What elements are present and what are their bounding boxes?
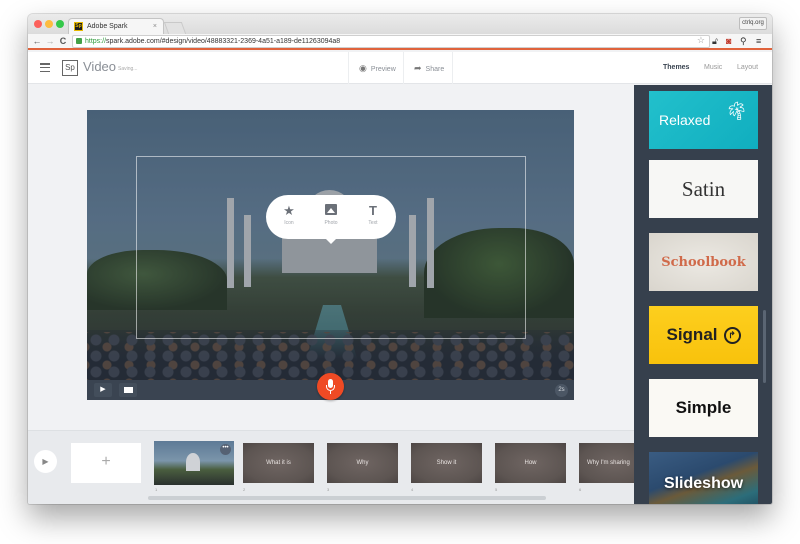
slide-thumbnail[interactable]: Show it (411, 443, 482, 483)
back-icon[interactable]: ← (31, 35, 43, 48)
add-text-button[interactable]: T Text (358, 203, 388, 226)
add-content-popover: ★ Icon Photo T Text (266, 195, 396, 244)
slide-number: 3 (327, 487, 330, 492)
playback-controls: ▶ 2s (87, 373, 574, 400)
save-status: Saving... (118, 66, 138, 72)
slide-number: 1 (155, 487, 158, 492)
app-header: Sp Video Saving... ◉ Preview ➦ Share Theme… (28, 52, 772, 84)
caption-toggle-button[interactable] (119, 383, 137, 397)
slide-number: 6 (579, 487, 582, 492)
palm-tree-icon: 🌴︎ (725, 101, 748, 121)
text-icon: T (369, 203, 377, 218)
theme-label: Signal (666, 325, 718, 344)
play-icon: ▶ (100, 386, 106, 393)
slide-number: 5 (495, 487, 498, 492)
record-voice-button[interactable] (317, 373, 344, 400)
share-label: Share (425, 66, 445, 73)
browser-window: Sp Adobe Spark × ctrlq.org ← → C https:/… (28, 14, 772, 504)
slide-timeline: ▶ + ••• 1 What it is 2 Why 3 Show it 4 H… (28, 430, 650, 504)
tab-music[interactable]: Music (704, 64, 722, 71)
new-tab-button[interactable] (163, 22, 187, 34)
plus-icon: + (101, 453, 111, 470)
reload-icon[interactable]: C (57, 35, 69, 48)
bookmark-star-icon[interactable]: ☆ (697, 35, 705, 46)
add-photo-label: Photo (324, 220, 338, 226)
caption-icon (123, 387, 133, 393)
extension-icon[interactable]: ⚲ (740, 35, 747, 48)
add-icon-button[interactable]: ★ Icon (274, 203, 304, 226)
slide-number: 4 (411, 487, 414, 492)
share-button[interactable]: ➦ Share (403, 52, 453, 84)
add-icon-label: Icon (284, 220, 294, 226)
profile-chip[interactable]: ctrlq.org (739, 17, 767, 30)
close-window-button[interactable] (34, 20, 42, 28)
play-video-button[interactable]: ▶ (34, 450, 57, 473)
theme-slideshow[interactable]: Slideshow (649, 452, 758, 504)
theme-label: Simple (675, 398, 732, 417)
editor-stage: ★ Icon Photo T Text ▶ 2s (28, 85, 634, 430)
slide-number: 2 (243, 487, 246, 492)
theme-label: Slideshow (663, 475, 744, 492)
theme-relaxed[interactable]: Relaxed 🌴︎ (649, 91, 758, 149)
theme-label: Satin (681, 176, 726, 201)
url-text: spark.adobe.com/#design/video/48883321-2… (106, 38, 341, 45)
address-bar[interactable]: https://spark.adobe.com/#design/video/48… (72, 35, 710, 48)
play-slide-button[interactable]: ▶ (94, 383, 112, 397)
play-icon: ▶ (42, 457, 49, 466)
slide-thumbnail[interactable]: ••• (154, 441, 234, 485)
theme-signal[interactable]: Signal ↱ (649, 306, 758, 364)
browser-tab[interactable]: Sp Adobe Spark × (68, 18, 164, 34)
slide-thumbnail[interactable]: Why (327, 443, 398, 483)
theme-simple[interactable]: Simple (649, 379, 758, 437)
minimize-window-button[interactable] (45, 20, 53, 28)
app-name: Video (83, 59, 117, 74)
url-scheme: https:// (85, 38, 107, 45)
lock-icon (76, 38, 82, 44)
content-placeholder-frame[interactable] (136, 156, 526, 339)
maximize-window-button[interactable] (56, 20, 64, 28)
slide-canvas[interactable]: ★ Icon Photo T Text (87, 110, 574, 380)
timeline-scrollbar[interactable] (148, 496, 546, 500)
theme-satin[interactable]: Satin (649, 160, 758, 218)
more-options-icon[interactable]: ••• (220, 444, 231, 455)
forward-icon[interactable]: → (44, 35, 56, 48)
theme-schoolbook[interactable]: Schoolbook (649, 233, 758, 291)
theme-label: Schoolbook (661, 254, 746, 270)
tab-title: Adobe Spark (87, 23, 128, 30)
tab-themes[interactable]: Themes (663, 64, 689, 71)
browser-tab-bar: Sp Adobe Spark × ctrlq.org (28, 14, 772, 34)
share-arrow-icon: ➦ (414, 63, 422, 73)
preview-label: Preview (370, 66, 396, 73)
add-slide-button[interactable]: + (71, 443, 141, 483)
turn-arrow-icon: ↱ (723, 326, 741, 344)
tab-layout[interactable]: Layout (737, 64, 758, 71)
slide-thumbnail[interactable]: How (495, 443, 566, 483)
add-text-label: Text (368, 220, 378, 226)
star-icon: ★ (283, 203, 295, 218)
browser-toolbar: ← → C https://spark.adobe.com/#design/vi… (28, 34, 772, 50)
spark-logo: Sp (62, 60, 78, 76)
hamburger-menu-icon[interactable] (40, 63, 50, 73)
add-photo-button[interactable]: Photo (316, 203, 346, 226)
slide-duration-badge[interactable]: 2s (555, 384, 568, 397)
themes-sidebar: Relaxed 🌴︎ Satin Schoolbook Signal ↱ Simp… (634, 85, 772, 504)
eye-icon: ◉ (359, 63, 367, 73)
photo-icon (325, 204, 337, 215)
adobe-spark-favicon-icon: Sp (74, 22, 83, 31)
themes-scrollbar[interactable] (763, 310, 766, 383)
browser-menu-icon[interactable]: ≡ (756, 35, 761, 48)
pocket-icon[interactable]: ◙ (726, 35, 731, 48)
preview-button[interactable]: ◉ Preview (348, 52, 403, 84)
slide-thumbnail[interactable]: What it is (243, 443, 314, 483)
tab-close-icon[interactable]: × (153, 19, 157, 34)
lock-extension-icon[interactable]: 🔓︎ (712, 35, 718, 48)
